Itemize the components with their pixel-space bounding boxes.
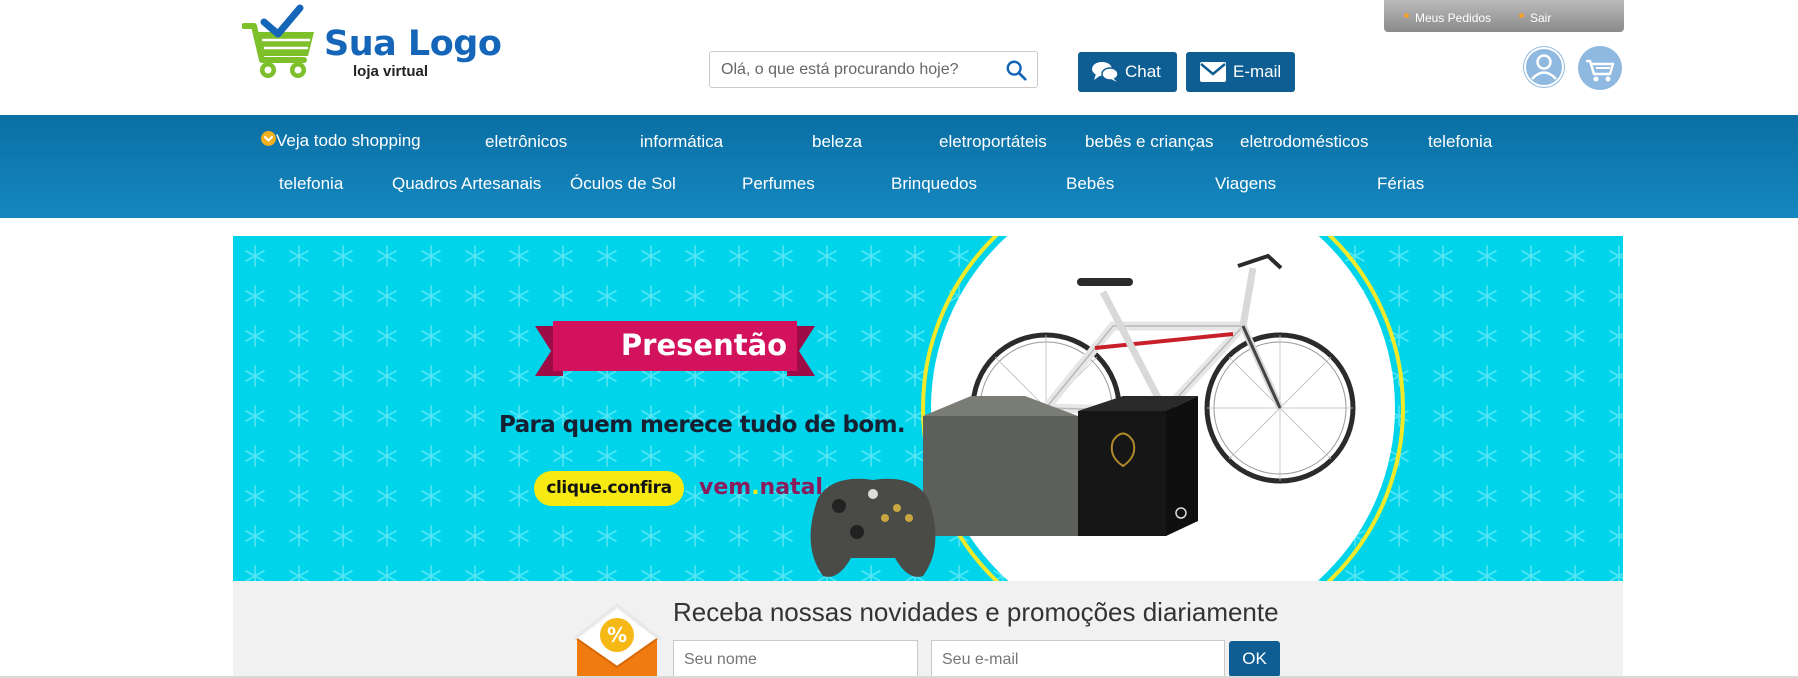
banner-tag-part2: natal [759, 475, 823, 500]
percent-symbol: % [607, 623, 627, 647]
shopping-cart-icon[interactable] [1578, 46, 1622, 90]
chat-button-label: Chat [1125, 62, 1161, 81]
nav-item-eletrodomesticos[interactable]: eletrodomésticos [1240, 132, 1369, 152]
logo-title[interactable]: Sua Logo [324, 24, 502, 64]
account-links-bar: Meus Pedidos Sair [1384, 0, 1624, 32]
bullet-icon [1404, 13, 1409, 18]
email-button-label: E-mail [1233, 62, 1282, 81]
nav-item-viagens[interactable]: Viagens [1215, 174, 1276, 194]
nav-item-quadros-artesanais[interactable]: Quadros Artesanais [392, 174, 541, 194]
logo-subtitle: loja virtual [353, 63, 429, 80]
nav-item-brinquedos[interactable]: Brinquedos [891, 174, 977, 194]
subscribe-ok-button[interactable]: OK [1229, 641, 1280, 677]
banner-tag-part1: vem [699, 475, 752, 500]
promo-banner[interactable]: Presentão Para quem merece tudo de bom. … [233, 236, 1623, 581]
search-box [709, 51, 1038, 88]
site-header: Sua Logo loja virtual Meus Pedidos Sair … [0, 0, 1798, 115]
logout-link[interactable]: Sair [1519, 11, 1551, 25]
newsletter-title: Receba nossas novidades e promoções diar… [673, 597, 1279, 627]
envelope-icon [1200, 62, 1226, 82]
banner-tag-dot: . [751, 475, 760, 500]
nav-item-perfumes[interactable]: Perfumes [742, 174, 815, 194]
nav-item-beleza[interactable]: beleza [812, 132, 862, 152]
chat-bubbles-icon [1092, 62, 1118, 82]
email-button[interactable]: E-mail [1186, 52, 1295, 92]
chat-button[interactable]: Chat [1078, 52, 1177, 92]
search-input[interactable] [721, 52, 991, 87]
nav-item-eletronicos[interactable]: eletrônicos [485, 132, 567, 152]
nav-item-oculos-de-sol[interactable]: Óculos de Sol [570, 174, 676, 194]
search-icon[interactable] [1005, 59, 1027, 81]
nav-item-bebes-criancas[interactable]: bebês e crianças [1085, 132, 1214, 152]
my-orders-link[interactable]: Meus Pedidos [1404, 11, 1491, 25]
banner-title: Presentão [620, 328, 788, 362]
chevron-down-circle-icon [261, 131, 276, 146]
bullet-icon [1519, 13, 1524, 18]
banner-artwork [233, 236, 1623, 581]
email-field[interactable] [931, 640, 1225, 678]
name-field[interactable] [673, 640, 918, 678]
nav-item-bebes[interactable]: Bebês [1066, 174, 1114, 194]
nav-top-divider [0, 115, 232, 117]
newsletter-signup: % Receba nossas novidades e promoções di… [233, 581, 1623, 678]
game-console-image [923, 396, 1198, 536]
banner-hashtag: vem.natal [699, 475, 823, 500]
banner-subtitle: Para quem merece tudo de bom. [499, 412, 906, 438]
promo-envelope-icon: % [573, 603, 661, 678]
nav-item-telefonia[interactable]: telefonia [1428, 132, 1492, 152]
nav-item-ferias[interactable]: Férias [1377, 174, 1424, 194]
user-account-icon[interactable] [1523, 46, 1565, 88]
nav-item-all-shopping[interactable]: Veja todo shopping [276, 131, 421, 151]
banner-cta-button[interactable]: clique.confira [534, 471, 684, 506]
nav-item-eletroportateis[interactable]: eletroportáteis [939, 132, 1047, 152]
nav-item-informatica[interactable]: informática [640, 132, 723, 152]
nav-item-telefonia-2[interactable]: telefonia [279, 174, 343, 194]
